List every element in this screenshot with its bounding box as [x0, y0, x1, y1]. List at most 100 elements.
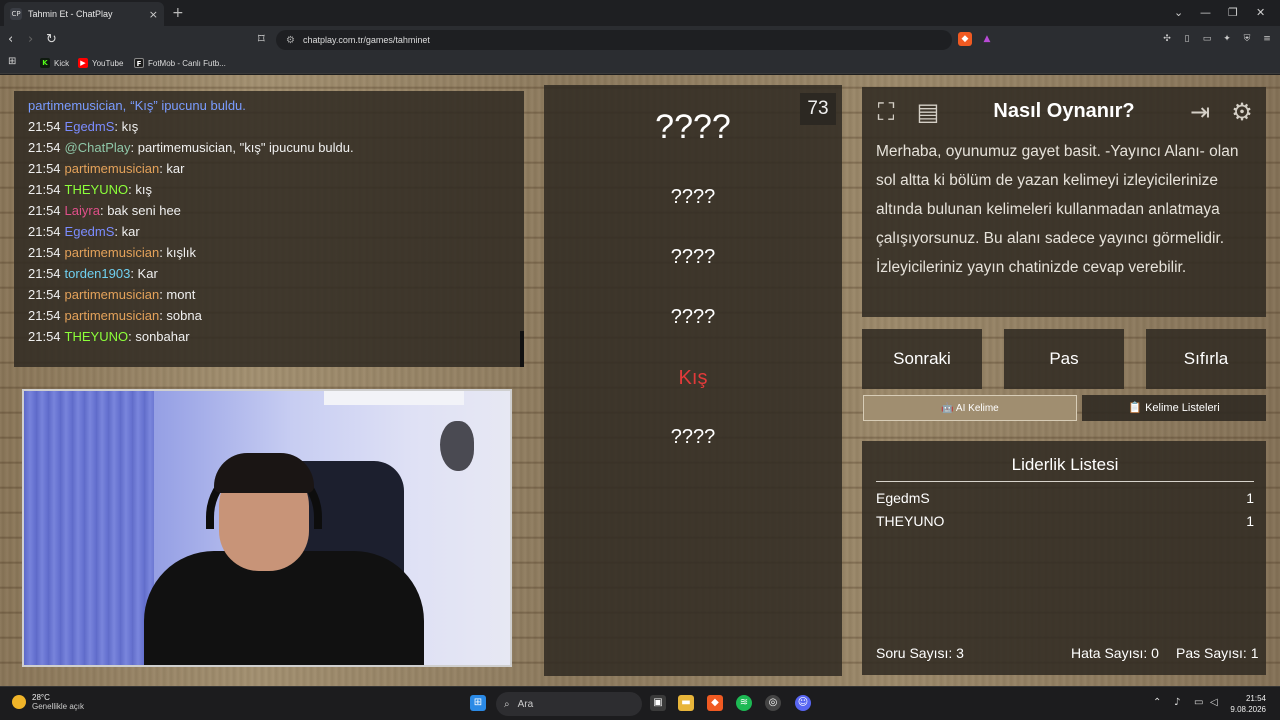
chat-text: : sonbahar: [128, 329, 190, 344]
brave-rewards-icon[interactable]: ▲: [980, 32, 994, 46]
chat-message: 21:54 Laiyra: bak seni hee: [28, 200, 510, 221]
chat-panel: partimemusician, “Kış” ipucunu buldu. 21:5…: [14, 91, 524, 367]
tab-title: Tahmin Et - ChatPlay: [28, 9, 113, 19]
taskbar-search[interactable]: ⌕ Ara: [496, 692, 642, 716]
browser-tab-bar: [0, 0, 1280, 26]
chat-scrollbar[interactable]: [520, 331, 524, 367]
chat-timestamp: 21:54: [28, 203, 61, 218]
chat-text: : kar: [159, 161, 185, 176]
network-icon[interactable]: ▭: [1194, 697, 1203, 708]
chat-username[interactable]: torden1903: [65, 266, 131, 281]
close-window-icon[interactable]: ✕: [1256, 6, 1265, 19]
microphone-icon[interactable]: ♪: [1174, 697, 1180, 708]
brave-shield-icon[interactable]: ◆: [958, 32, 972, 46]
chat-message: 21:54 THEYUNO: sonbahar: [28, 326, 510, 347]
extensions-icon[interactable]: ✣: [1160, 32, 1174, 46]
file-explorer-icon[interactable]: ▬: [678, 695, 694, 711]
chat-username[interactable]: partimemusician: [65, 287, 160, 302]
brave-browser-icon[interactable]: ◆: [707, 695, 723, 711]
volume-icon[interactable]: ◁: [1210, 697, 1218, 708]
spotify-icon[interactable]: ≋: [736, 695, 752, 711]
wallet-icon[interactable]: ▭: [1200, 32, 1214, 46]
main-word: ????: [655, 108, 731, 146]
apps-grid-icon[interactable]: ⊞: [8, 56, 16, 67]
chat-text: : kışlık: [159, 245, 197, 260]
search-icon: ⌕: [504, 698, 510, 710]
pass-button[interactable]: Pas: [1004, 329, 1124, 389]
chat-text: : sobna: [159, 308, 202, 323]
ai-word-button[interactable]: 🤖 AI Kelime: [863, 395, 1077, 421]
temperature: 28°C: [32, 693, 50, 702]
sidebar-icon[interactable]: ▯: [1180, 32, 1194, 46]
chat-timestamp: 21:54: [28, 224, 61, 239]
chat-timestamp: 21:54: [28, 245, 61, 260]
bookmark-kick[interactable]: K Kick: [40, 58, 69, 68]
next-button[interactable]: Sonraki: [862, 329, 982, 389]
new-tab-icon[interactable]: +: [172, 5, 184, 21]
reset-button[interactable]: Sıfırla: [1146, 329, 1266, 389]
reload-icon[interactable]: ↻: [46, 32, 57, 47]
bookmark-label: YouTube: [92, 58, 124, 68]
chat-username[interactable]: partimemusician: [65, 308, 160, 323]
chat-username[interactable]: EgedmS: [65, 224, 115, 239]
chat-text: : partimemusician, "kış" ipucunu buldu.: [130, 140, 354, 155]
close-tab-icon[interactable]: ×: [149, 8, 158, 21]
leaderboard-row: EgedmS 1: [876, 490, 1254, 506]
chat-message: 21:54 THEYUNO: kış: [28, 179, 510, 200]
discord-icon[interactable]: ☺: [795, 695, 811, 711]
chat-text: : mont: [159, 287, 196, 302]
clock[interactable]: 21:54 9.08.2026: [1230, 693, 1266, 715]
chat-username[interactable]: EgedmS: [65, 119, 115, 134]
chat-username[interactable]: @ChatPlay: [65, 140, 131, 155]
chat-timestamp: 21:54: [28, 329, 61, 344]
maximize-icon[interactable]: ❐: [1228, 6, 1238, 19]
bookmark-label: FotMob - Canlı Futb...: [148, 58, 226, 68]
hint-word: ????: [670, 186, 716, 208]
chat-message: 21:54 EgedmS: kar: [28, 221, 510, 242]
error-count: Hata Sayısı: 0: [1071, 645, 1159, 661]
site-info-icon[interactable]: ⚙: [286, 35, 295, 46]
bookmark-icon[interactable]: ⌑: [258, 32, 265, 47]
chat-message: partimemusician, “Kış” ipucunu buldu.: [28, 95, 510, 116]
chat-timestamp: 21:54: [28, 308, 61, 323]
browser-tab[interactable]: CP Tahmin Et - ChatPlay ×: [4, 2, 164, 26]
fotmob-icon: F: [134, 58, 144, 68]
word-lists-button[interactable]: 📋 Kelime Listeleri: [1082, 395, 1266, 421]
bookmark-youtube[interactable]: ▶ YouTube: [78, 58, 123, 68]
url-text: chatplay.com.tr/games/tahminet: [302, 35, 430, 45]
chat-timestamp: 21:54: [28, 287, 61, 302]
chat-username[interactable]: partimemusician: [65, 245, 160, 260]
player-name: EgedmS: [876, 490, 930, 506]
app-icon[interactable]: ◎: [765, 695, 781, 711]
chat-timestamp: 21:54: [28, 140, 61, 155]
pass-count: Pas Sayısı: 1: [1176, 645, 1259, 661]
address-bar[interactable]: ⚙ chatplay.com.tr/games/tahminet: [276, 30, 952, 50]
chat-username[interactable]: partimemusician: [65, 161, 160, 176]
forward-icon[interactable]: ›: [28, 32, 33, 47]
start-icon[interactable]: ⊞: [470, 695, 486, 711]
vpn-icon[interactable]: ⛨: [1240, 32, 1254, 46]
minimize-icon[interactable]: —: [1200, 6, 1211, 19]
leaderboard-title: Liderlik Listesi: [876, 455, 1254, 482]
player-name: THEYUNO: [876, 513, 945, 529]
chat-text: : Kar: [130, 266, 158, 281]
chatplay-favicon-icon: CP: [10, 8, 22, 20]
player-score: 1: [1246, 490, 1254, 506]
menu-icon[interactable]: ≡: [1260, 32, 1274, 46]
leo-ai-icon[interactable]: ✦: [1220, 32, 1234, 46]
weather-widget[interactable]: 28°C Genellikle açık: [12, 693, 84, 711]
task-view-icon[interactable]: ▣: [650, 695, 666, 711]
bookmark-fotmob[interactable]: F FotMob - Canlı Futb...: [134, 58, 226, 68]
question-count: Soru Sayısı: 3: [876, 645, 964, 661]
chat-username[interactable]: partimemusician,: [28, 98, 126, 113]
back-icon[interactable]: ‹: [8, 32, 13, 47]
webcam-feed: [22, 389, 512, 667]
chat-username[interactable]: Laiyra: [65, 203, 100, 218]
chat-message: 21:54 partimemusician: mont: [28, 284, 510, 305]
tray-chevron-icon[interactable]: ⌃: [1153, 697, 1161, 708]
chat-username[interactable]: THEYUNO: [65, 182, 129, 197]
chat-timestamp: 21:54: [28, 266, 61, 281]
player-score: 1: [1246, 513, 1254, 529]
chat-username[interactable]: THEYUNO: [65, 329, 129, 344]
tab-search-icon[interactable]: ⌄: [1174, 6, 1183, 19]
